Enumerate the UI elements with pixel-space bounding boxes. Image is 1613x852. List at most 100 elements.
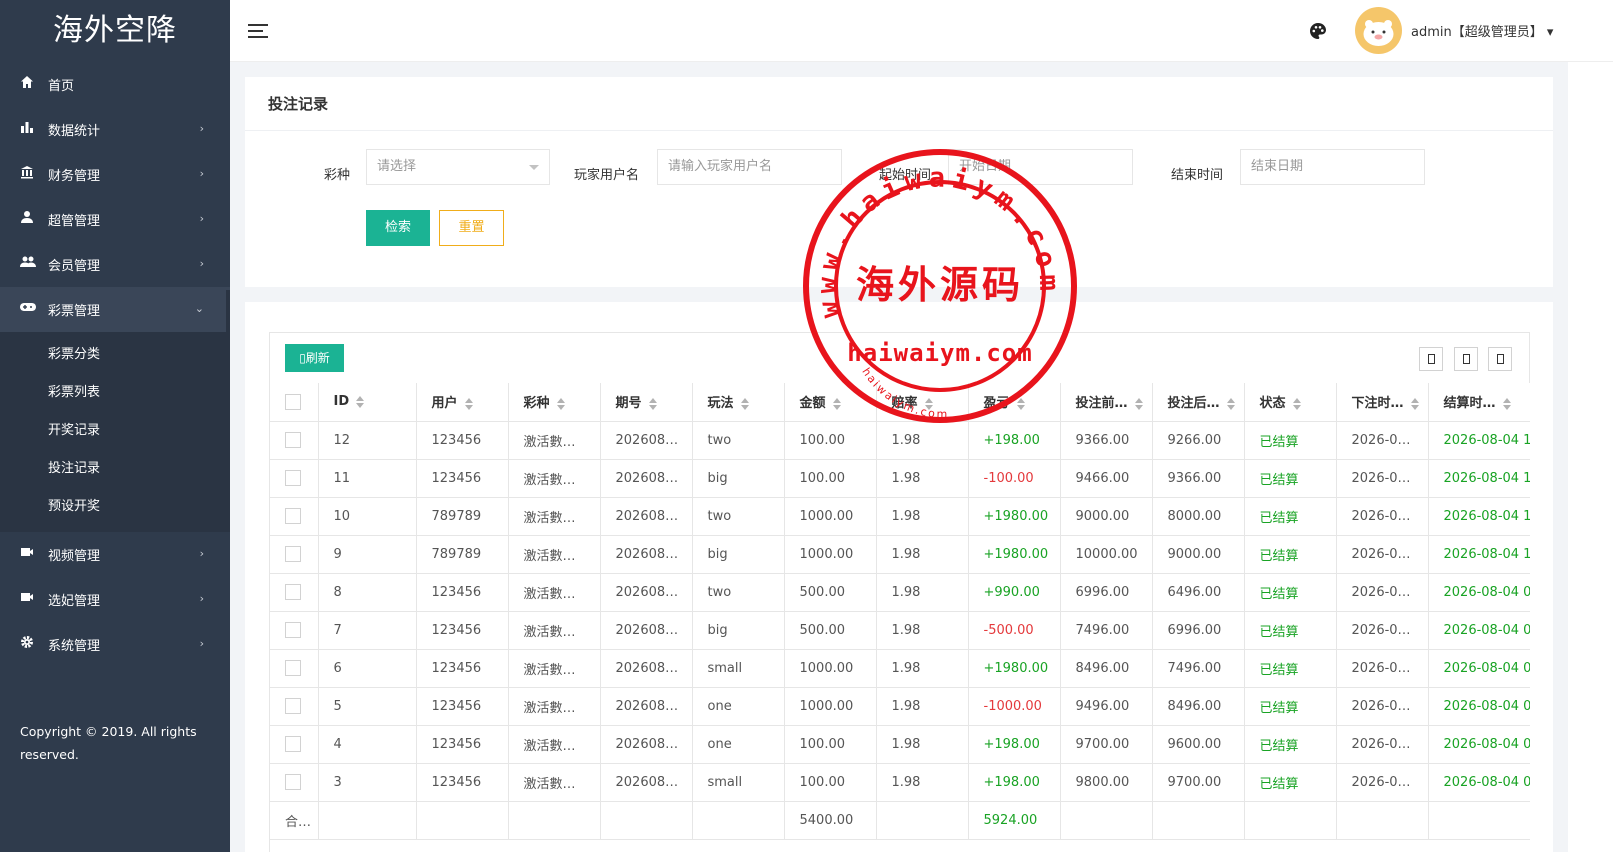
column-header[interactable]: 赔率 bbox=[876, 383, 969, 422]
avatar[interactable] bbox=[1355, 7, 1402, 54]
column-header[interactable]: 投注后… bbox=[1152, 383, 1245, 422]
print-icon[interactable] bbox=[1488, 347, 1512, 371]
table-row[interactable]: 10 789789 激活數… 202608… two 1000.00 1.98 +1980.0… bbox=[270, 497, 1530, 536]
table-cell: 202608… bbox=[600, 573, 693, 612]
column-header[interactable]: 状态 bbox=[1244, 383, 1337, 422]
row-checkbox[interactable] bbox=[285, 774, 301, 790]
end-time-label: 结束时间 bbox=[1171, 168, 1224, 183]
table-row[interactable]: 3 123456 激活數… 202608… small 100.00 1.98 +198.00… bbox=[270, 763, 1530, 802]
table-row[interactable]: 9 789789 激活數… 202608… big 1000.00 1.98 +1980.00… bbox=[270, 535, 1530, 574]
sidebar-item-b0[interactable]: 视频管理 › bbox=[0, 532, 230, 577]
table-cell: two bbox=[692, 497, 785, 536]
sidebar-item-b1[interactable]: 选妃管理 › bbox=[0, 577, 230, 622]
sort-icon[interactable] bbox=[1134, 397, 1144, 410]
column-header[interactable]: 金额 bbox=[784, 383, 877, 422]
table-cell: 202608… bbox=[600, 763, 693, 802]
chevron-right-icon: › bbox=[199, 257, 204, 270]
table-row[interactable]: 11 123456 激活數… 202608… big 100.00 1.98 -100.00 9… bbox=[270, 459, 1530, 498]
submenu-item-2[interactable]: 开奖记录 bbox=[0, 412, 230, 450]
submenu-item-0[interactable]: 彩票分类 bbox=[0, 336, 230, 374]
table-row[interactable]: 4 123456 激活數… 202608… one 100.00 1.98 +198.00 97… bbox=[270, 725, 1530, 764]
username-input[interactable]: 请输入玩家用户名 bbox=[657, 149, 842, 185]
sort-icon[interactable] bbox=[1292, 397, 1302, 410]
sort-icon[interactable] bbox=[1502, 397, 1512, 410]
table-cell: 9266.00 bbox=[1152, 421, 1245, 460]
submenu-item-1[interactable]: 彩票列表 bbox=[0, 374, 230, 412]
lottery-select[interactable]: 请选择 bbox=[366, 149, 550, 185]
table-row[interactable]: 7 123456 激活數… 202608… big 500.00 1.98 -500.00 74… bbox=[270, 611, 1530, 650]
table-cell: -1000.00 bbox=[968, 687, 1061, 726]
total-row: 合… 5400.00 5924.00 bbox=[270, 801, 1530, 840]
export-icon[interactable] bbox=[1454, 347, 1478, 371]
table-cell: 9496.00 bbox=[1060, 687, 1153, 726]
row-checkbox[interactable] bbox=[285, 470, 301, 486]
column-header[interactable]: 投注前… bbox=[1060, 383, 1153, 422]
sort-icon[interactable] bbox=[1410, 397, 1420, 410]
sidebar-item-a1[interactable]: 数据统计 › bbox=[0, 107, 230, 152]
column-header[interactable]: 结算时… bbox=[1428, 383, 1530, 422]
column-header[interactable]: ID bbox=[318, 383, 417, 422]
refresh-button[interactable]: ▯刷新 bbox=[285, 344, 344, 372]
sort-icon[interactable] bbox=[1226, 397, 1236, 410]
sidebar-item-a4[interactable]: 会员管理 › bbox=[0, 242, 230, 287]
search-button[interactable]: 检索 bbox=[366, 210, 430, 246]
table-cell: 8000.00 bbox=[1152, 497, 1245, 536]
table-cell: 100.00 bbox=[784, 725, 877, 764]
sort-icon[interactable] bbox=[556, 397, 566, 410]
table-row[interactable]: 6 123456 激活數… 202608… small 1000.00 1.98 +1980.… bbox=[270, 649, 1530, 688]
sort-icon[interactable] bbox=[356, 395, 365, 408]
row-checkbox[interactable] bbox=[285, 698, 301, 714]
row-checkbox[interactable] bbox=[285, 508, 301, 524]
start-date-input[interactable]: 开始日期 bbox=[948, 149, 1133, 185]
palette-icon[interactable] bbox=[1309, 22, 1327, 40]
sort-icon[interactable] bbox=[1016, 397, 1026, 410]
page-scrollbar[interactable] bbox=[1568, 62, 1613, 852]
sidebar-item-a0[interactable]: 首页 bbox=[0, 62, 230, 107]
sidebar-item-a2[interactable]: 财务管理 › bbox=[0, 152, 230, 197]
row-checkbox[interactable] bbox=[285, 736, 301, 752]
row-checkbox[interactable] bbox=[285, 432, 301, 448]
column-header[interactable]: 期号 bbox=[600, 383, 693, 422]
row-checkbox[interactable] bbox=[285, 622, 301, 638]
columns-filter-icon[interactable] bbox=[1419, 347, 1443, 371]
table-row[interactable]: 12 123456 激活數… 202608… two 100.00 1.98 +198.00 9… bbox=[270, 421, 1530, 460]
sidebar-item-b2[interactable]: 系统管理 › bbox=[0, 622, 230, 667]
chevron-down-icon: ▾ bbox=[1546, 25, 1554, 40]
submenu-item-3[interactable]: 投注记录 bbox=[0, 450, 230, 488]
table-cell: 激活數… bbox=[508, 535, 601, 574]
sidebar-item-a3[interactable]: 超管管理 › bbox=[0, 197, 230, 242]
row-checkbox[interactable] bbox=[285, 660, 301, 676]
column-header[interactable]: 用户 bbox=[416, 383, 509, 422]
table-row[interactable]: 5 123456 激活數… 202608… one 1000.00 1.98 -1000.00… bbox=[270, 687, 1530, 726]
menu-toggle-icon[interactable] bbox=[248, 24, 268, 38]
table-cell: 2026-08-04 0 bbox=[1428, 649, 1530, 688]
table-row[interactable]: 8 123456 激活數… 202608… two 500.00 1.98 +990.00 69… bbox=[270, 573, 1530, 612]
column-header[interactable]: 玩法 bbox=[692, 383, 785, 422]
table-cell: 9800.00 bbox=[1060, 763, 1153, 802]
select-all-checkbox[interactable] bbox=[285, 393, 301, 410]
column-header[interactable]: 彩种 bbox=[508, 383, 601, 422]
table-cell: 1.98 bbox=[876, 649, 969, 688]
table-cell: 123456 bbox=[416, 763, 509, 802]
total-cell bbox=[508, 801, 601, 840]
sort-icon[interactable] bbox=[924, 397, 934, 410]
column-header[interactable]: 盈亏 bbox=[968, 383, 1061, 422]
admin-menu[interactable]: admin【超级管理员】 ▾ bbox=[1411, 21, 1553, 40]
start-time-label: 起始时间 bbox=[879, 168, 932, 183]
reset-button[interactable]: 重置 bbox=[439, 210, 504, 246]
table-cell: 激活數… bbox=[508, 687, 601, 726]
sort-icon[interactable] bbox=[832, 397, 842, 410]
row-checkbox[interactable] bbox=[285, 584, 301, 600]
sidebar-item-a5[interactable]: 彩票管理 ⌄ bbox=[0, 287, 230, 332]
row-checkbox[interactable] bbox=[285, 546, 301, 562]
column-header[interactable]: 下注时… bbox=[1336, 383, 1429, 422]
checkbox-cell bbox=[270, 763, 319, 802]
sort-icon[interactable] bbox=[740, 397, 750, 410]
user-icon bbox=[20, 210, 34, 224]
column-header-label: 结算时… bbox=[1443, 396, 1496, 412]
end-date-input[interactable]: 结束日期 bbox=[1240, 149, 1425, 185]
sort-icon[interactable] bbox=[648, 397, 658, 410]
search-card: 投注记录 彩种 请选择 玩家用户名 请输入玩家用户名 起始时间 开始日期 结束时… bbox=[245, 77, 1553, 287]
submenu-item-4[interactable]: 预设开奖 bbox=[0, 488, 230, 526]
sort-icon[interactable] bbox=[464, 397, 474, 410]
